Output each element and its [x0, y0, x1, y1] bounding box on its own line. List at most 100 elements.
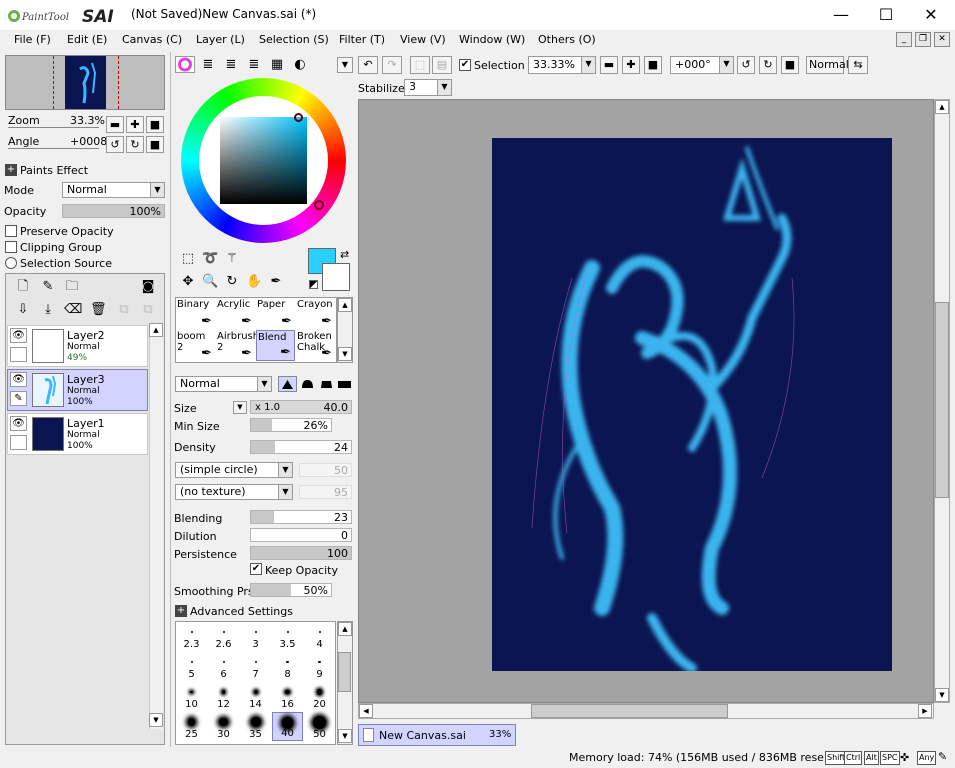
hsv-slider-tab-icon[interactable]: ≣ — [223, 57, 239, 73]
brush-blend[interactable]: Blend ✒ — [256, 330, 295, 361]
view-mode-button[interactable]: Normal — [806, 56, 849, 74]
angle-slider[interactable] — [8, 148, 99, 149]
tip-size-20[interactable]: 20 — [304, 682, 335, 711]
brush-boom[interactable]: boom 2 ✒ — [176, 330, 215, 361]
brush-shape-square-icon[interactable] — [336, 376, 353, 392]
tip-size-16[interactable]: 16 — [272, 682, 303, 711]
lock-box-icon[interactable] — [10, 435, 27, 450]
brush-blend-mode-select[interactable]: Normal ▼ — [175, 376, 272, 392]
brush-paper[interactable]: Paper ✒ — [256, 298, 295, 329]
paints-effect-label[interactable]: Paints Effect — [20, 164, 88, 177]
tip-scroll-down-icon[interactable]: ▼ — [338, 729, 352, 743]
brush-shape-triangle-icon[interactable] — [278, 376, 297, 392]
menu-view[interactable]: View (V) — [400, 33, 446, 46]
canvas-vscroll-thumb[interactable] — [935, 302, 949, 498]
layer-row[interactable]: 👁 Layer1 Normal 100% — [7, 413, 148, 455]
toolbar-rotate-reset-button[interactable]: ■ — [781, 56, 799, 74]
navigator-preview[interactable] — [5, 55, 165, 110]
tip-size-2-6[interactable]: 2.6 — [208, 622, 239, 651]
maximize-button[interactable]: ☐ — [863, 0, 909, 30]
tip-size-25[interactable]: 25 — [176, 712, 207, 741]
layer-scroll-down-icon[interactable]: ▼ — [149, 713, 163, 727]
invert-selection-icon[interactable]: ▤ — [432, 56, 452, 74]
layer-scroll-up-icon[interactable]: ▲ — [149, 323, 163, 337]
brush-shape-round-icon[interactable] — [299, 376, 316, 392]
tip-size-8[interactable]: 8 — [272, 652, 303, 681]
mixer-tab-icon[interactable]: ◐ — [292, 57, 308, 73]
toolbar-zoom-in-button[interactable]: ✚ — [622, 56, 640, 74]
zoom-select[interactable]: 33.33% ▼ — [528, 56, 596, 74]
menu-canvas[interactable]: Canvas (C) — [122, 33, 182, 46]
close-button[interactable]: ✕ — [908, 0, 954, 30]
menu-layer[interactable]: Layer (L) — [196, 33, 245, 46]
layer-mask-icon[interactable]: ◙ — [140, 279, 156, 295]
density-slider[interactable]: 24 — [250, 440, 352, 454]
rgb-slider-tab-icon[interactable]: ≣ — [200, 57, 216, 73]
layer-scrollbar[interactable] — [149, 323, 163, 729]
clipping-group-checkbox[interactable] — [5, 241, 17, 253]
tip-size-10[interactable]: 10 — [176, 682, 207, 711]
size-range-chevron-icon[interactable]: ▼ — [233, 401, 247, 414]
delete-layer-icon[interactable]: 🗑 — [90, 302, 107, 318]
tip-scroll-thumb[interactable] — [338, 652, 351, 692]
color-wheel-tab-icon[interactable] — [175, 56, 195, 73]
brush-scroll-up-icon[interactable]: ▲ — [338, 298, 352, 312]
brush-crayon[interactable]: Crayon ✒ — [296, 298, 335, 329]
shape-strength-slider[interactable]: 50 — [299, 463, 352, 477]
merge-down-icon[interactable]: ⤓ — [40, 302, 56, 318]
toolbar-rotate-right-icon[interactable]: ↻ — [759, 56, 777, 74]
rotate-left-icon[interactable]: ↺ — [106, 136, 124, 153]
panel-splitter[interactable] — [170, 52, 171, 747]
swap-colors-icon[interactable]: ⇄ — [340, 248, 349, 261]
tip-size-7[interactable]: 7 — [240, 652, 271, 681]
minimize-button[interactable]: — — [818, 0, 864, 30]
new-linework-layer-icon[interactable]: ✎ — [40, 279, 56, 295]
min-size-slider[interactable]: 26% — [250, 418, 332, 432]
expand-plus-icon[interactable]: + — [5, 164, 17, 176]
visibility-eye-icon[interactable]: 👁 — [10, 416, 27, 431]
visibility-eye-icon[interactable]: 👁 — [10, 328, 27, 343]
canvas-scroll-up-icon[interactable]: ▲ — [935, 100, 949, 114]
color-swatches-tab-icon[interactable]: ≣ — [246, 57, 262, 73]
brush-airbrush[interactable]: Airbrush 2 ✒ — [216, 330, 259, 361]
texture-strength-slider[interactable]: 95 — [299, 485, 352, 499]
tip-size-6[interactable]: 6 — [208, 652, 239, 681]
brush-broken-chalk[interactable]: Broken Chalk ✒ — [296, 330, 335, 361]
new-layer-icon[interactable]: 🗋 — [15, 279, 31, 295]
menu-window[interactable]: Window (W) — [459, 33, 525, 46]
selection-checkbox[interactable]: ✔ — [459, 59, 471, 71]
rotate-icon[interactable]: ↻ — [224, 274, 240, 290]
link-mask-icon[interactable]: ⧉ — [140, 302, 156, 318]
secondary-color-swatch[interactable] — [322, 263, 350, 291]
visibility-eye-icon[interactable]: 👁 — [10, 372, 27, 387]
reset-colors-icon[interactable] — [309, 280, 318, 289]
zoom-icon[interactable]: 🔍 — [202, 274, 218, 290]
canvas[interactable] — [492, 138, 892, 671]
zoom-in-button[interactable]: ✚ — [126, 116, 144, 133]
menu-edit[interactable]: Edit (E) — [67, 33, 107, 46]
lock-box-icon[interactable] — [10, 347, 27, 362]
deselect-icon[interactable]: ⬚ — [410, 56, 430, 74]
tip-size-5[interactable]: 5 — [176, 652, 207, 681]
rotate-reset-button[interactable]: ■ — [146, 136, 164, 153]
mdi-close-icon[interactable]: ✕ — [934, 32, 950, 47]
layer-mode-select[interactable]: Normal ▼ — [62, 182, 165, 198]
tip-size-50[interactable]: 50 — [304, 712, 335, 741]
keep-opacity-checkbox[interactable]: ✔ — [250, 563, 262, 575]
layer-row[interactable]: 👁 ✎ Layer3 Normal 100% — [7, 369, 148, 411]
mdi-restore-icon[interactable]: ❐ — [915, 32, 931, 47]
brush-acrylic[interactable]: Acrylic ✒ — [216, 298, 255, 329]
new-folder-icon[interactable]: 🗀 — [64, 279, 80, 295]
rect-select-icon[interactable]: ⬚ — [180, 251, 196, 267]
canvas-tab[interactable]: New Canvas.sai 33% — [358, 724, 516, 746]
tip-scroll-up-icon[interactable]: ▲ — [338, 622, 352, 636]
toolbar-zoom-reset-button[interactable]: ■ — [644, 56, 662, 74]
persistence-slider[interactable]: 100 — [250, 546, 352, 560]
brush-scroll-down-icon[interactable]: ▼ — [338, 347, 352, 361]
move-icon[interactable]: ✥ — [180, 274, 196, 290]
selection-source-radio[interactable] — [5, 257, 17, 269]
angle-select[interactable]: +000° ▼ — [670, 56, 734, 74]
brush-binary[interactable]: Binary ✒ — [176, 298, 215, 329]
layer-opacity-slider[interactable]: 100% — [62, 204, 165, 218]
hue-picker-handle[interactable] — [314, 200, 324, 210]
